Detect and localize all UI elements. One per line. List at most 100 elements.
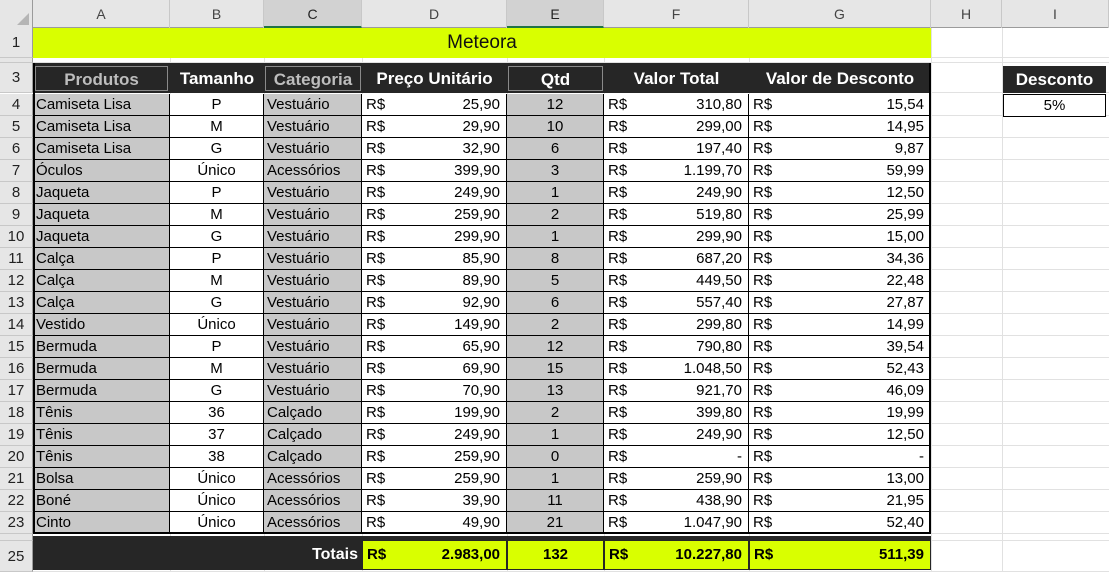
cell-valor-desconto[interactable]: R$ 59,99 [749, 160, 931, 182]
cell-preco[interactable]: R$ 65,90 [362, 336, 507, 358]
cell-qtd[interactable]: 1 [507, 182, 604, 204]
cell-categoria[interactable]: Vestuário [264, 204, 362, 226]
cell-categoria[interactable]: Calçado [264, 402, 362, 424]
cell-valor-desconto[interactable]: R$ 22,48 [749, 270, 931, 292]
cell-produto[interactable]: Jaqueta [33, 226, 170, 248]
column-header-i[interactable]: I [1002, 0, 1109, 28]
column-header-d[interactable]: D [362, 0, 507, 28]
cell-valor-desconto[interactable]: R$ 46,09 [749, 380, 931, 402]
cell-tamanho[interactable]: Único [170, 160, 264, 182]
cell-produto[interactable]: Calça [33, 248, 170, 270]
cell-tamanho[interactable]: G [170, 292, 264, 314]
row-header-12[interactable]: 12 [0, 270, 33, 292]
cell-tamanho[interactable]: Único [170, 490, 264, 512]
cell-valor-total[interactable]: R$ 790,80 [604, 336, 749, 358]
header-qtd[interactable]: Qtd [508, 66, 603, 91]
cell-tamanho[interactable]: P [170, 336, 264, 358]
cell-valor-desconto[interactable]: R$ 14,95 [749, 116, 931, 138]
cell-qtd[interactable]: 10 [507, 116, 604, 138]
cell-valor-desconto[interactable]: R$ 19,99 [749, 402, 931, 424]
totals-preco-cell[interactable]: R$ 2.983,00 [363, 541, 506, 569]
cell-tamanho[interactable]: P [170, 248, 264, 270]
cell-preco[interactable]: R$ 39,90 [362, 490, 507, 512]
header-desconto[interactable]: Desconto [1003, 66, 1106, 93]
column-header-e[interactable]: E [507, 0, 604, 28]
row-header-13[interactable]: 13 [0, 292, 33, 314]
cell-categoria[interactable]: Vestuário [264, 336, 362, 358]
row-header-10[interactable]: 10 [0, 226, 33, 248]
cell-valor-total[interactable]: R$ 438,90 [604, 490, 749, 512]
cell-produto[interactable]: Boné [33, 490, 170, 512]
row-header-23[interactable]: 23 [0, 512, 33, 534]
cell-categoria[interactable]: Acessórios [264, 468, 362, 490]
cell-categoria[interactable]: Vestuário [264, 94, 362, 116]
cell-categoria[interactable]: Acessórios [264, 512, 362, 534]
cell-categoria[interactable]: Acessórios [264, 160, 362, 182]
row-header-11[interactable]: 11 [0, 248, 33, 270]
cell-valor-desconto[interactable]: R$ 9,87 [749, 138, 931, 160]
cell-tamanho[interactable]: M [170, 116, 264, 138]
cell-valor-desconto[interactable]: R$ - [749, 446, 931, 468]
row-header-20[interactable]: 20 [0, 446, 33, 468]
column-header-h[interactable]: H [931, 0, 1002, 28]
cell-tamanho[interactable]: P [170, 94, 264, 116]
cell-preco[interactable]: R$ 70,90 [362, 380, 507, 402]
cell-qtd[interactable]: 11 [507, 490, 604, 512]
row-header-19[interactable]: 19 [0, 424, 33, 446]
cell-valor-total[interactable]: R$ 687,20 [604, 248, 749, 270]
cell-qtd[interactable]: 2 [507, 402, 604, 424]
cell-tamanho[interactable]: 36 [170, 402, 264, 424]
cell-valor-total[interactable]: R$ 249,90 [604, 182, 749, 204]
cell-valor-total[interactable]: R$ 259,90 [604, 468, 749, 490]
cell-qtd[interactable]: 6 [507, 292, 604, 314]
cell-preco[interactable]: R$ 69,90 [362, 358, 507, 380]
cell-qtd[interactable]: 8 [507, 248, 604, 270]
title-cell[interactable]: Meteora [33, 28, 931, 58]
cell-valor-desconto[interactable]: R$ 12,50 [749, 182, 931, 204]
cell-preco[interactable]: R$ 249,90 [362, 424, 507, 446]
cell-preco[interactable]: R$ 199,90 [362, 402, 507, 424]
cell-tamanho[interactable]: G [170, 380, 264, 402]
cell-categoria[interactable]: Vestuário [264, 138, 362, 160]
cell-valor-total[interactable]: R$ - [604, 446, 749, 468]
row-header-17[interactable]: 17 [0, 380, 33, 402]
cell-qtd[interactable]: 1 [507, 226, 604, 248]
cell-preco[interactable]: R$ 259,90 [362, 468, 507, 490]
cell-valor-desconto[interactable]: R$ 27,87 [749, 292, 931, 314]
cell-tamanho[interactable]: G [170, 138, 264, 160]
row-header-18[interactable]: 18 [0, 402, 33, 424]
row-header-22[interactable]: 22 [0, 490, 33, 512]
cell-categoria[interactable]: Vestuário [264, 292, 362, 314]
cell-categoria[interactable]: Vestuário [264, 248, 362, 270]
cell-valor-total[interactable]: R$ 1.048,50 [604, 358, 749, 380]
header-produtos[interactable]: Produtos [35, 66, 168, 91]
cell-produto[interactable]: Camiseta Lisa [33, 138, 170, 160]
cell-valor-desconto[interactable]: R$ 21,95 [749, 490, 931, 512]
totals-qtd[interactable]: 132 [508, 541, 603, 569]
cell-produto[interactable]: Bermuda [33, 336, 170, 358]
totals-label[interactable]: Totais [33, 541, 362, 569]
row-header-6[interactable]: 6 [0, 138, 33, 160]
cell-produto[interactable]: Tênis [33, 402, 170, 424]
header-preco-unitario[interactable]: Preço Unitário [363, 66, 506, 91]
cell-qtd[interactable]: 5 [507, 270, 604, 292]
desconto-value-cell[interactable]: 5% [1003, 94, 1106, 117]
cell-produto[interactable]: Bolsa [33, 468, 170, 490]
cell-valor-desconto[interactable]: R$ 25,99 [749, 204, 931, 226]
header-valor-total[interactable]: Valor Total [605, 66, 748, 91]
row-header-4[interactable]: 4 [0, 94, 33, 116]
cell-tamanho[interactable]: 37 [170, 424, 264, 446]
totals-desconto-cell[interactable]: R$ 511,39 [750, 541, 930, 569]
cell-valor-desconto[interactable]: R$ 14,99 [749, 314, 931, 336]
cell-qtd[interactable]: 21 [507, 512, 604, 534]
cell-valor-total[interactable]: R$ 299,90 [604, 226, 749, 248]
cell-valor-total[interactable]: R$ 310,80 [604, 94, 749, 116]
row-header-7[interactable]: 7 [0, 160, 33, 182]
cell-qtd[interactable]: 2 [507, 314, 604, 336]
cell-valor-total[interactable]: R$ 557,40 [604, 292, 749, 314]
cell-qtd[interactable]: 1 [507, 468, 604, 490]
cell-categoria[interactable]: Calçado [264, 446, 362, 468]
cell-produto[interactable]: Tênis [33, 424, 170, 446]
column-header-f[interactable]: F [604, 0, 749, 28]
cell-valor-desconto[interactable]: R$ 15,54 [749, 94, 931, 116]
